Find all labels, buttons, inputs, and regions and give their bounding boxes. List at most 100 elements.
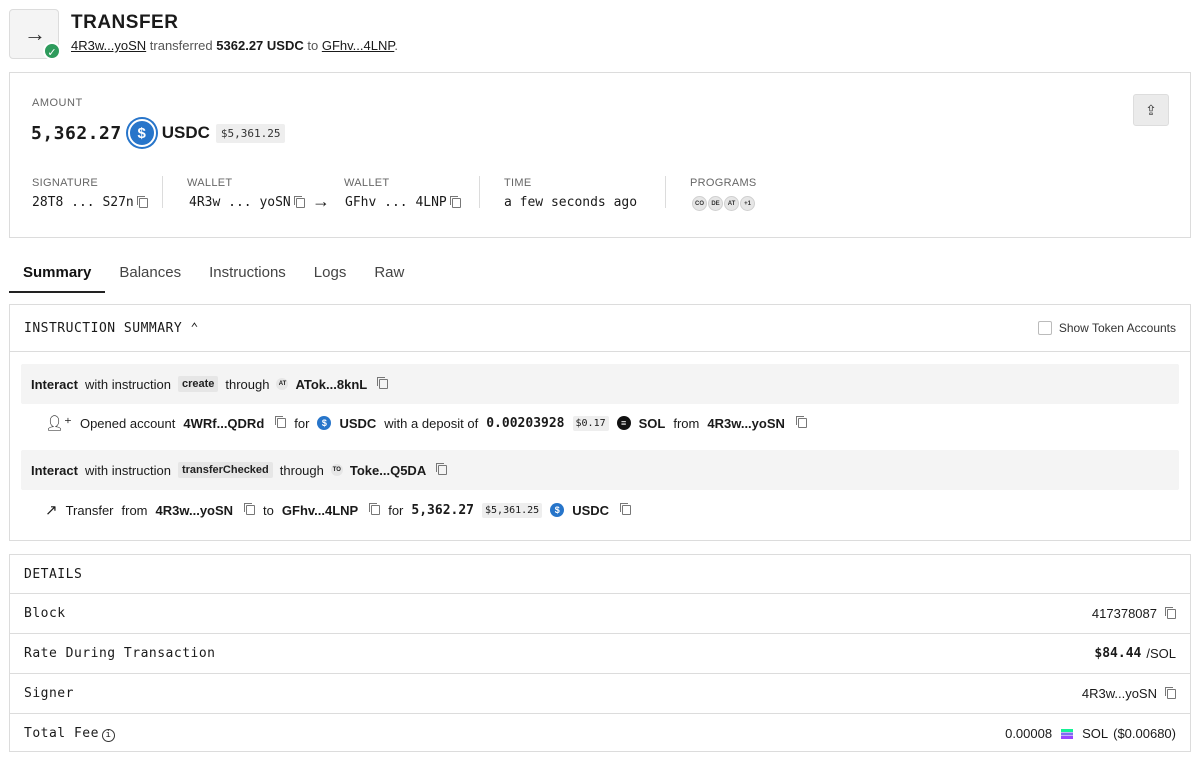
details-card: DETAILS Block 417378087 Rate During Tran… [9,554,1191,752]
transaction-summary-card: AMOUNT 5,362.27 $ USDC $5,361.25 ⇪ SIGNA… [9,72,1191,238]
signature-value[interactable]: 28T8 ... S27n [32,195,148,210]
open-account-action: 👤︎⁺ Opened account 4WRf...QDRd for $ USD… [45,411,807,435]
divider [665,176,666,208]
details-title: DETAILS [24,567,83,582]
transfer-usd-badge: $5,361.25 [482,502,543,518]
program-icon: TO [330,464,343,476]
copy-icon[interactable] [1165,606,1176,619]
program-badge[interactable]: CO [692,196,707,211]
sol-token-link[interactable]: SOL [639,416,666,431]
from-account-link[interactable]: 4R3w...yoSN [156,503,234,518]
copy-icon[interactable] [244,503,256,515]
copy-icon[interactable] [377,377,389,389]
copy-icon[interactable] [293,195,305,208]
usdc-icon: $ [317,416,332,430]
divider [479,176,480,208]
transfer-type-icon: → ✓ [9,9,61,60]
rate-label: Rate During Transaction [24,646,216,661]
copy-icon[interactable] [369,503,381,515]
copy-icon[interactable] [1165,686,1176,699]
success-check-icon: ✓ [43,42,61,60]
usdc-icon: $ [550,503,565,517]
program-icon: AT [276,378,289,390]
copy-icon[interactable] [436,463,448,475]
copy-icon[interactable] [136,195,148,208]
deposit-usd-badge: $0.17 [572,415,609,431]
amount-value: 5,362.27 [31,122,122,144]
fee-label: Total Fee i [24,726,115,742]
account-link[interactable]: 4WRf...QDRd [183,416,264,431]
transfer-amount: 5,362.27 [411,502,475,518]
share-icon: ⇪ [1145,101,1157,118]
copy-icon[interactable] [795,416,807,428]
time-label: TIME [504,177,532,189]
program-link[interactable]: ATok...8knL [295,377,367,392]
time-value: a few seconds ago [504,195,638,210]
program-more-badge[interactable]: +1 [740,196,755,211]
solana-icon [1061,728,1074,739]
signature-label: SIGNATURE [32,177,99,189]
tab-instructions[interactable]: Instructions [195,258,300,293]
wallet-from-value[interactable]: 4R3w ... yoSN [189,195,305,210]
signer-label: Signer [24,686,74,701]
tab-balances[interactable]: Balances [105,258,195,293]
arrow-right-icon: → [312,191,330,211]
tab-bar: Summary Balances Instructions Logs Raw [9,258,418,293]
signer-value[interactable]: 4R3w...yoSN [1082,686,1176,701]
share-button[interactable]: ⇪ [1133,94,1169,126]
to-account-link[interactable]: GFhv...4LNP [282,503,358,518]
page-title: TRANSFER [71,12,179,33]
copy-icon[interactable] [620,503,632,515]
transfer-action: ↗ Transfer from 4R3w...yoSN to GFhv...4L… [45,498,632,522]
block-label: Block [24,606,66,621]
amount-usd-badge: $5,361.25 [215,123,286,143]
instruction-summary-title[interactable]: INSTRUCTION SUMMARY ⌃ [24,321,199,336]
sol-icon: ≡ [616,416,631,430]
copy-icon[interactable] [275,416,287,428]
from-wallet-link[interactable]: 4R3w...yoSN [71,38,146,53]
tab-logs[interactable]: Logs [300,258,361,293]
chevron-up-icon: ⌃ [190,321,199,336]
amount-label: AMOUNT [32,97,83,109]
show-token-accounts-toggle[interactable]: Show Token Accounts [1037,321,1176,335]
instruction-name-badge: transferChecked [177,462,273,478]
deposit-amount: 0.00203928 [486,415,565,431]
wallet-from-label: WALLET [187,177,233,189]
copy-icon[interactable] [449,195,461,208]
from-account-link[interactable]: 4R3w...yoSN [707,416,785,431]
detail-row-signer: Signer 4R3w...yoSN [10,673,1190,713]
transfer-description: 4R3w...yoSN transferred 5362.27 USDC to … [71,38,398,53]
usdc-icon: $ [127,119,156,147]
detail-row-rate: Rate During Transaction $84.44/SOL [10,633,1190,673]
tab-raw[interactable]: Raw [360,258,418,293]
amount-row: 5,362.27 $ USDC $5,361.25 [31,119,286,147]
arrow-up-right-icon: ↗ [45,502,58,519]
program-link[interactable]: Toke...Q5DA [350,463,426,478]
instruction-summary-header[interactable]: INSTRUCTION SUMMARY ⌃ Show Token Account… [10,305,1190,352]
program-badge[interactable]: DE [708,196,723,211]
info-icon[interactable]: i [101,728,115,742]
token-link[interactable]: USDC [339,416,376,431]
amount-token[interactable]: USDC [162,123,210,143]
divider [162,176,163,208]
instruction-name-badge: create [177,376,219,392]
show-token-accounts-checkbox[interactable] [1037,321,1052,335]
token-link[interactable]: USDC [572,503,609,518]
transfer-amount: 5362.27 USDC [216,38,304,53]
instruction-row: Interact with instruction create through… [21,364,1179,404]
block-value[interactable]: 417378087 [1092,606,1176,621]
wallet-to-value[interactable]: GFhv ... 4LNP [345,195,461,210]
wallet-to-label: WALLET [344,177,390,189]
detail-row-fee: Total Fee i 0.00008 SOL ($0.00680) [10,713,1190,753]
to-wallet-link[interactable]: GFhv...4LNP [322,38,395,53]
instruction-summary-card: INSTRUCTION SUMMARY ⌃ Show Token Account… [9,304,1191,541]
fee-value: 0.00008 SOL ($0.00680) [1005,726,1176,741]
detail-row-block: Block 417378087 [10,593,1190,633]
programs-label: PROGRAMS [690,177,757,189]
instruction-row: Interact with instruction transferChecke… [21,450,1179,490]
add-user-icon: 👤︎⁺ [45,415,72,432]
arrow-right-icon: → [24,21,46,46]
program-badge[interactable]: AT [724,196,739,211]
rate-value: $84.44/SOL [1094,646,1176,661]
tab-summary[interactable]: Summary [9,258,106,293]
